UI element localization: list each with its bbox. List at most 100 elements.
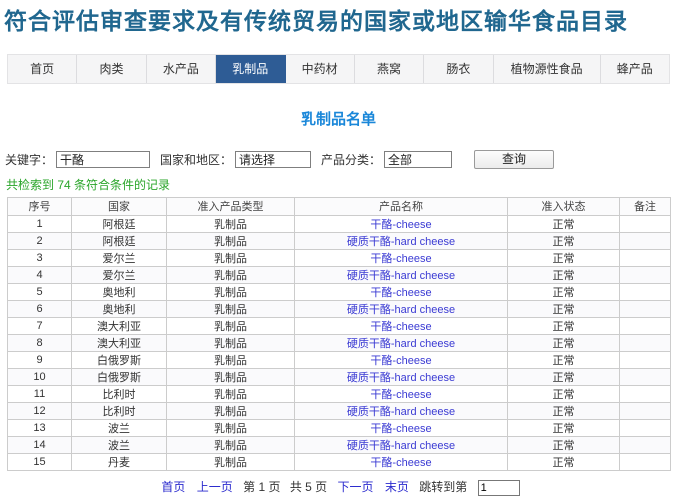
cell-status: 正常 (507, 384, 620, 403)
product-link[interactable]: 干酪-cheese (370, 423, 431, 435)
tab-植物源性食品[interactable]: 植物源性食品 (494, 54, 601, 83)
cell-status: 正常 (507, 435, 620, 454)
cell-country: 白俄罗斯 (71, 350, 167, 369)
cell-type: 乳制品 (166, 350, 295, 369)
cell-name: 硬质干酪-hard cheese (294, 333, 508, 352)
section-heading: 乳制品名单 (300, 110, 376, 128)
product-link[interactable]: 硬质干酪-hard cheese (347, 270, 455, 282)
column-header: 准入产品类型 (166, 196, 295, 216)
product-link[interactable]: 硬质干酪-hard cheese (347, 236, 455, 248)
pagination-first-link[interactable]: 首页 (161, 480, 185, 494)
cell-status: 正常 (507, 282, 620, 301)
table-header-row: 序号 国家 准入产品类型 产品名称 准入状态 备注 (7, 196, 671, 216)
tab-中药材[interactable]: 中药材 (286, 54, 355, 83)
cell-country: 丹麦 (71, 452, 167, 471)
cell-type: 乳制品 (166, 248, 295, 267)
pagination-prev-link[interactable]: 上一页 (197, 480, 233, 494)
cell-country: 白俄罗斯 (71, 367, 167, 386)
cell-remark (619, 452, 671, 471)
product-link[interactable]: 干酪-cheese (370, 287, 431, 299)
cell-status: 正常 (507, 248, 620, 267)
cell-no: 2 (7, 231, 72, 250)
column-header: 准入状态 (507, 196, 620, 216)
cell-type: 乳制品 (166, 214, 295, 233)
cell-no: 3 (7, 248, 72, 267)
table-row: 14 波兰 乳制品 硬质干酪-hard cheese 正常 (7, 435, 671, 454)
keyword-input[interactable] (56, 150, 151, 168)
product-link[interactable]: 干酪-cheese (370, 389, 431, 401)
cell-name: 干酪-cheese (294, 350, 508, 369)
product-link[interactable]: 干酪-cheese (370, 253, 431, 265)
tab-肉类[interactable]: 肉类 (77, 54, 147, 83)
cell-remark (619, 435, 671, 454)
cell-no: 11 (7, 384, 72, 403)
tab-蜂产品[interactable]: 蜂产品 (601, 55, 669, 83)
cell-type: 乳制品 (166, 265, 295, 284)
cell-type: 乳制品 (166, 231, 295, 250)
cell-name: 硬质干酪-hard cheese (294, 265, 508, 284)
table-row: 8 澳大利亚 乳制品 硬质干酪-hard cheese 正常 (7, 333, 671, 352)
product-link[interactable]: 硬质干酪-hard cheese (347, 440, 455, 452)
cell-country: 澳大利亚 (71, 316, 167, 335)
cell-status: 正常 (507, 265, 620, 284)
query-button[interactable]: 查询 (474, 149, 554, 169)
cell-country: 奥地利 (71, 282, 167, 301)
cell-type: 乳制品 (166, 367, 295, 386)
cell-remark (619, 265, 671, 284)
cell-type: 乳制品 (166, 418, 295, 437)
tab-首页[interactable]: 首页 (8, 54, 78, 83)
cell-country: 爱尔兰 (71, 248, 167, 267)
product-link[interactable]: 干酪-cheese (370, 457, 431, 469)
product-link[interactable]: 干酪-cheese (370, 321, 431, 333)
cell-name: 干酪-cheese (294, 248, 508, 267)
cell-no: 13 (7, 418, 72, 437)
cell-remark (619, 418, 671, 437)
cell-no: 1 (7, 214, 72, 233)
tab-肠衣[interactable]: 肠衣 (424, 54, 494, 83)
results-table: 序号 国家 准入产品类型 产品名称 准入状态 备注 1 阿根廷 乳制品 干酪-cheese 正常 2… (7, 196, 671, 471)
cell-type: 乳制品 (166, 435, 295, 454)
cell-type: 乳制品 (166, 316, 295, 335)
table-row: 15 丹麦 乳制品 干酪-cheese 正常 (7, 452, 671, 471)
cell-type: 乳制品 (166, 299, 295, 318)
tab-乳制品[interactable]: 乳制品 (216, 54, 286, 83)
product-link[interactable]: 干酪-cheese (370, 219, 431, 231)
category-select[interactable] (384, 150, 453, 168)
cell-remark (619, 231, 671, 250)
cell-name: 干酪-cheese (294, 384, 508, 403)
cell-status: 正常 (507, 231, 620, 250)
cell-country: 爱尔兰 (71, 265, 167, 284)
pagination-next-link[interactable]: 下一页 (338, 480, 374, 494)
pagination-last-link[interactable]: 末页 (385, 480, 409, 494)
product-link[interactable]: 干酪-cheese (370, 355, 431, 367)
cell-remark (619, 248, 671, 267)
tab-水产品[interactable]: 水产品 (147, 54, 217, 83)
cell-country: 波兰 (71, 435, 167, 454)
table-row: 4 爱尔兰 乳制品 硬质干酪-hard cheese 正常 (7, 265, 671, 284)
cell-type: 乳制品 (166, 384, 295, 403)
cell-no: 15 (7, 452, 72, 471)
column-header: 国家 (71, 196, 167, 216)
cell-country: 奥地利 (71, 299, 167, 318)
cell-country: 阿根廷 (71, 231, 167, 250)
cell-remark (619, 333, 671, 352)
cell-name: 硬质干酪-hard cheese (294, 401, 508, 420)
product-link[interactable]: 硬质干酪-hard cheese (347, 338, 455, 350)
table-row: 6 奥地利 乳制品 硬质干酪-hard cheese 正常 (7, 299, 671, 318)
table-body: 1 阿根廷 乳制品 干酪-cheese 正常 2 阿根廷 乳制品 硬质干酪-hard chees… (7, 214, 671, 471)
page-title: 符合评估审查要求及有传统贸易的国家或地区输华食品目录 (4, 9, 628, 34)
pagination: 首页 上一页 第 1 页 共 5 页 下一页 末页 跳转到第 (0, 478, 677, 496)
cell-status: 正常 (507, 316, 620, 335)
pagination-total-pages: 共 5 页 (289, 479, 328, 494)
page-jump-input[interactable] (477, 479, 520, 496)
cell-remark (619, 316, 671, 335)
cell-type: 乳制品 (166, 401, 295, 420)
product-link[interactable]: 硬质干酪-hard cheese (347, 372, 455, 384)
cell-name: 干酪-cheese (294, 452, 508, 471)
cell-remark (619, 350, 671, 369)
cell-no: 6 (7, 299, 72, 318)
product-link[interactable]: 硬质干酪-hard cheese (347, 304, 455, 316)
product-link[interactable]: 硬质干酪-hard cheese (347, 406, 455, 418)
tab-燕窝[interactable]: 燕窝 (355, 54, 425, 83)
country-select[interactable] (235, 150, 312, 168)
